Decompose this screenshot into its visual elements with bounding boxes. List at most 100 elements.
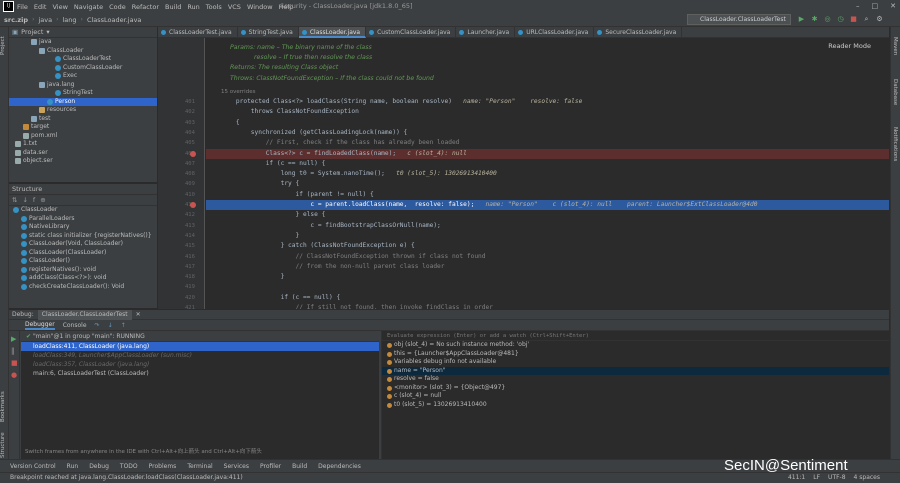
breadcrumb-src[interactable]: src.zip: [4, 16, 28, 24]
project-tree-item[interactable]: 1.txt: [9, 140, 157, 149]
evaluate-expression-input[interactable]: Evaluate expression (Enter) or add a wat…: [382, 331, 889, 341]
variable-row[interactable]: this = {Launcher$AppClassLoader@481}: [382, 350, 889, 359]
maximize-icon[interactable]: □: [872, 2, 879, 10]
bottom-tab-debug[interactable]: Debug: [89, 463, 109, 470]
menu-item-code[interactable]: Code: [109, 3, 126, 11]
show-fields-icon[interactable]: f: [33, 196, 35, 204]
variable-row[interactable]: c (slot_4) = null: [382, 392, 889, 401]
project-tree-item[interactable]: Person: [9, 97, 157, 106]
project-tree-item[interactable]: ClassLoader: [9, 47, 157, 56]
breadcrumb-lang[interactable]: lang: [63, 16, 77, 24]
breakpoint-icon[interactable]: [190, 150, 196, 157]
editor-tab[interactable]: ClassLoader.java: [298, 27, 367, 38]
run-icon[interactable]: ▶: [797, 14, 806, 24]
project-tree-item[interactable]: resources: [9, 106, 157, 115]
project-tree-item[interactable]: test: [9, 115, 157, 124]
overrides-hint[interactable]: 15 overrides: [206, 87, 889, 97]
menu-item-vcs[interactable]: VCS: [228, 3, 241, 11]
structure-item[interactable]: ClassLoader(): [9, 257, 157, 266]
maven-tool-tab[interactable]: Maven: [892, 37, 898, 55]
coverage-icon[interactable]: ◎: [823, 14, 832, 24]
stack-frame[interactable]: loadClass:357, ClassLoader (java.lang): [21, 360, 379, 369]
step-into-icon[interactable]: ↓: [108, 322, 113, 329]
project-tree-item[interactable]: Exec: [9, 72, 157, 81]
structure-item[interactable]: ParallelLoaders: [9, 215, 157, 224]
menu-item-view[interactable]: View: [52, 3, 67, 11]
variable-row[interactable]: obj (slot_4) = No such instance method: …: [382, 341, 889, 350]
editor-tab[interactable]: Launcher.java: [456, 27, 516, 38]
debug-icon[interactable]: ✱: [810, 14, 819, 24]
structure-item[interactable]: static class initializer {registerNative…: [9, 232, 157, 241]
resume-icon[interactable]: ▶: [9, 335, 19, 343]
project-title[interactable]: Project: [21, 28, 43, 36]
project-tree-item[interactable]: object.ser: [9, 157, 157, 166]
stack-frame[interactable]: loadClass:411, ClassLoader (java.lang): [21, 342, 379, 351]
project-tree-item[interactable]: data.ser: [9, 149, 157, 158]
editor-gutter[interactable]: 4014024034044054064074084094104114124134…: [158, 38, 205, 311]
project-tree-item[interactable]: target: [9, 123, 157, 132]
bottom-tab-todo[interactable]: TODO: [120, 463, 138, 470]
thread-select[interactable]: ✔ "main"@1 in group "main": RUNNING: [21, 331, 379, 342]
show-inherited-icon[interactable]: ⊕: [40, 196, 45, 204]
structure-item[interactable]: checkCreateClassLoader(): Void: [9, 283, 157, 292]
profile-icon[interactable]: ◷: [836, 14, 845, 24]
project-tree-item[interactable]: java: [9, 38, 157, 47]
project-tree-item[interactable]: java.lang: [9, 81, 157, 90]
close-icon[interactable]: ✕: [890, 2, 896, 10]
project-tree-item[interactable]: CustomClassLoader: [9, 64, 157, 73]
tab-debugger[interactable]: Debugger: [25, 321, 55, 330]
bottom-tab-dependencies[interactable]: Dependencies: [318, 463, 361, 470]
stack-frame[interactable]: main:6, ClassLoaderTest (ClassLoader): [21, 369, 379, 378]
bottom-tab-problems[interactable]: Problems: [149, 463, 177, 470]
structure-item[interactable]: NativeLibrary: [9, 223, 157, 232]
reader-mode-label[interactable]: Reader Mode: [828, 42, 871, 50]
bottom-tab-build[interactable]: Build: [292, 463, 307, 470]
menu-item-tools[interactable]: Tools: [206, 3, 222, 11]
stop-icon[interactable]: ■: [849, 14, 858, 24]
debug-config-tab[interactable]: ClassLoader.ClassLoaderTest: [37, 309, 132, 320]
variable-row[interactable]: Variables debug info not available: [382, 358, 889, 367]
close-icon[interactable]: ✕: [136, 311, 141, 318]
editor-tab[interactable]: StringTest.java: [238, 27, 299, 38]
variable-row[interactable]: name = "Person": [382, 366, 889, 375]
structure-item[interactable]: ClassLoader: [9, 206, 157, 215]
structure-item[interactable]: registerNatives(): void: [9, 266, 157, 275]
structure-item[interactable]: addClass(Class<?>): void: [9, 274, 157, 283]
editor-tab[interactable]: URLClassLoader.java: [515, 27, 595, 38]
structure-item[interactable]: ClassLoader(ClassLoader): [9, 249, 157, 258]
database-tool-tab[interactable]: Database: [892, 79, 898, 105]
bookmarks-tool-tab[interactable]: Bookmarks: [0, 387, 9, 427]
menu-item-edit[interactable]: Edit: [34, 3, 47, 11]
sort-icon[interactable]: ⇅: [12, 196, 17, 204]
editor-tab[interactable]: CustomClassLoader.java: [366, 27, 457, 38]
breadcrumb-file[interactable]: ClassLoader.java: [87, 16, 141, 24]
menu-item-navigate[interactable]: Navigate: [74, 3, 103, 11]
indent-setting[interactable]: 4 spaces: [854, 473, 880, 483]
breadcrumb-java[interactable]: java: [38, 16, 52, 24]
bottom-tab-run[interactable]: Run: [67, 463, 79, 470]
line-separator[interactable]: LF: [813, 473, 820, 483]
code-view[interactable]: Params: name – The binary name of the cl…: [206, 38, 889, 309]
pause-icon[interactable]: ‖: [9, 347, 19, 355]
menu-item-run[interactable]: Run: [187, 3, 199, 11]
menu-item-build[interactable]: Build: [165, 3, 181, 11]
caret-position[interactable]: 411:1: [788, 473, 805, 483]
editor-tab[interactable]: ClassLoaderTest.java: [158, 27, 238, 38]
tab-console[interactable]: Console: [63, 322, 87, 329]
breakpoint-icon[interactable]: [190, 202, 196, 208]
stop-icon[interactable]: ■: [9, 359, 19, 367]
structure-tool-tab[interactable]: Structure: [0, 432, 9, 458]
view-breakpoints-icon[interactable]: ●: [9, 371, 19, 379]
bottom-tab-profiler[interactable]: Profiler: [260, 463, 281, 470]
menu-item-file[interactable]: File: [17, 3, 28, 11]
file-encoding[interactable]: UTF-8: [828, 473, 846, 483]
notifications-tool-tab[interactable]: Notifications: [892, 127, 898, 161]
step-out-icon[interactable]: ↑: [121, 322, 126, 329]
step-over-icon[interactable]: ↷: [95, 322, 100, 329]
variable-row[interactable]: <monitor> (slot_3) = {Object@497}: [382, 384, 889, 393]
bottom-tab-terminal[interactable]: Terminal: [187, 463, 212, 470]
settings-icon[interactable]: ⚙: [875, 14, 884, 24]
menu-item-window[interactable]: Window: [247, 3, 273, 11]
stack-frame[interactable]: loadClass:349, Launcher$AppClassLoader (…: [21, 351, 379, 360]
menu-item-refactor[interactable]: Refactor: [132, 3, 159, 11]
